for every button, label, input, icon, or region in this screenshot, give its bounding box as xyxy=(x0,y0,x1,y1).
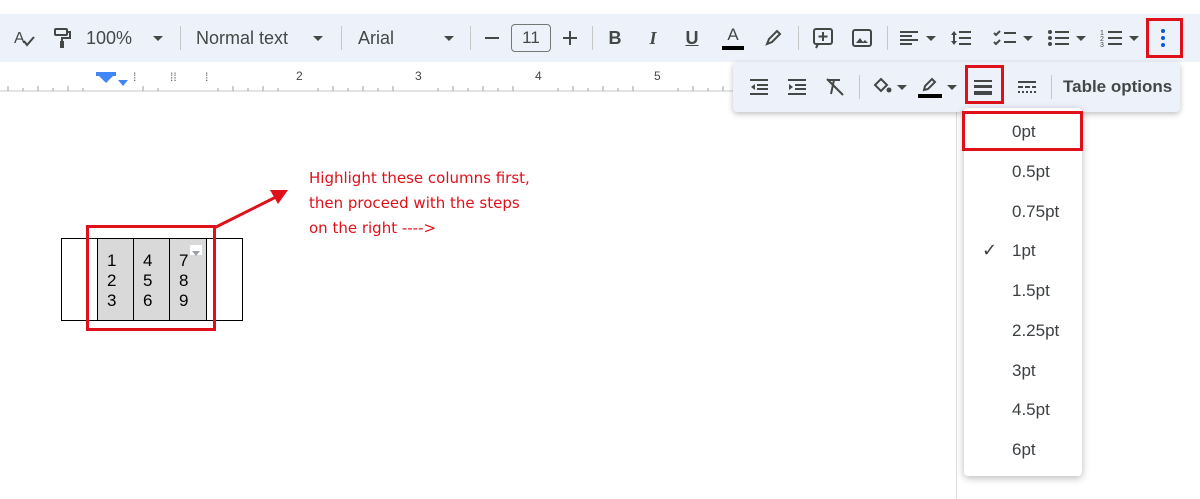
menu-item-label: 2.25pt xyxy=(1012,321,1060,340)
table-border-toolbar: Table options xyxy=(733,62,1180,112)
style-select[interactable]: Normal text xyxy=(196,14,306,62)
border-width-menu: 0pt 0.5pt 0.75pt ✓ 1pt 1.5pt 2.25pt 3pt … xyxy=(964,108,1082,476)
menu-item-0-75pt[interactable]: 0.75pt xyxy=(964,194,1082,230)
increase-font-size-icon[interactable] xyxy=(558,14,582,62)
ruler-mark-5: 5 xyxy=(654,69,661,83)
more-options-highlight xyxy=(1146,18,1183,58)
font-size-value: 11 xyxy=(511,24,551,52)
text-color-swatch xyxy=(722,46,744,50)
svg-text:A: A xyxy=(14,30,25,47)
main-toolbar: A 100% Normal text Arial 11 B I U A 1 2 … xyxy=(0,14,1200,62)
text-color-label: A xyxy=(727,25,739,44)
table-options-button[interactable]: Table options xyxy=(1063,62,1173,112)
spellcheck-icon[interactable]: A xyxy=(8,14,40,62)
style-dropdown-icon[interactable] xyxy=(310,14,326,62)
menu-item-label: 0.5pt xyxy=(1012,162,1050,181)
menu-item-0-5pt[interactable]: 0.5pt xyxy=(964,154,1082,190)
menu-item-label: 1pt xyxy=(1012,241,1036,260)
menu-item-label: 6pt xyxy=(1012,440,1036,459)
font-dropdown-icon[interactable] xyxy=(441,14,457,62)
checklist-dropdown-icon[interactable] xyxy=(1021,14,1035,62)
menu-item-label: 0.75pt xyxy=(1012,202,1060,221)
add-comment-icon[interactable] xyxy=(808,14,838,62)
columns-highlight-box xyxy=(86,225,216,331)
decrease-font-size-icon[interactable] xyxy=(480,14,504,62)
numbered-list-icon[interactable]: 123 xyxy=(1097,14,1125,62)
menu-item-label: 1.5pt xyxy=(1012,281,1050,300)
menu-item-label: 3pt xyxy=(1012,361,1036,380)
menu-item-1pt[interactable]: ✓ 1pt xyxy=(964,233,1082,269)
svg-text:3: 3 xyxy=(1100,42,1104,48)
menu-item-3pt[interactable]: 3pt xyxy=(964,353,1082,389)
table-options-label: Table options xyxy=(1063,77,1173,96)
menu-item-6pt[interactable]: 6pt xyxy=(964,432,1082,468)
insert-image-icon[interactable] xyxy=(847,14,877,62)
italic-button[interactable]: I xyxy=(640,14,666,62)
line-spacing-icon[interactable] xyxy=(948,14,974,62)
column-marker-3[interactable]: ⁞ xyxy=(205,70,208,84)
ruler-mark-2: 2 xyxy=(296,69,303,83)
annotation-line-2: then proceed with the steps xyxy=(309,194,520,212)
underline-button[interactable]: U xyxy=(679,14,705,62)
ruler-mark-4: 4 xyxy=(535,69,542,83)
bulleted-list-icon[interactable] xyxy=(1044,14,1072,62)
annotation-arrow xyxy=(213,190,288,230)
italic-label: I xyxy=(649,27,657,48)
clear-formatting-icon[interactable] xyxy=(821,62,849,112)
border-width-highlight xyxy=(965,65,1004,104)
zoom-dropdown-icon[interactable] xyxy=(150,14,166,62)
background-color-icon[interactable] xyxy=(867,62,897,112)
page-edge-divider xyxy=(956,100,957,499)
paint-format-icon[interactable] xyxy=(48,14,76,62)
background-color-dropdown-icon[interactable] xyxy=(895,62,909,112)
border-dash-icon[interactable] xyxy=(1011,62,1043,112)
underline-label: U xyxy=(685,27,699,48)
bold-label: B xyxy=(608,27,622,48)
font-size-input[interactable]: 11 xyxy=(510,14,552,62)
border-color-button[interactable] xyxy=(915,62,945,112)
column-marker-1[interactable]: ⁞ xyxy=(133,70,136,84)
check-icon: ✓ xyxy=(982,240,998,261)
border-color-dropdown-icon[interactable] xyxy=(945,62,959,112)
annotation-text: Highlight these columns first, then proc… xyxy=(309,166,609,241)
bold-button[interactable]: B xyxy=(602,14,628,62)
border-color-swatch xyxy=(918,94,942,98)
bulleted-list-dropdown-icon[interactable] xyxy=(1074,14,1088,62)
menu-item-4-5pt[interactable]: 4.5pt xyxy=(964,392,1082,428)
decrease-indent-icon[interactable] xyxy=(745,62,773,112)
menu-item-1-5pt[interactable]: 1.5pt xyxy=(964,273,1082,309)
align-dropdown-icon[interactable] xyxy=(924,14,938,62)
align-left-icon[interactable] xyxy=(896,14,922,62)
style-value: Normal text xyxy=(196,27,289,48)
zoom-select[interactable]: 100% xyxy=(86,14,146,62)
zoom-value: 100% xyxy=(86,27,133,48)
highlight-pen-icon[interactable] xyxy=(760,14,788,62)
numbered-list-dropdown-icon[interactable] xyxy=(1127,14,1141,62)
font-value: Arial xyxy=(358,27,395,48)
increase-indent-icon[interactable] xyxy=(783,62,811,112)
checklist-icon[interactable] xyxy=(990,14,1020,62)
font-select[interactable]: Arial xyxy=(358,14,438,62)
column-marker-2[interactable]: ⁞⁞ xyxy=(170,70,177,84)
ruler-mark-3: 3 xyxy=(415,69,422,83)
text-color-button[interactable]: A xyxy=(719,14,747,62)
menu-item-2-25pt[interactable]: 2.25pt xyxy=(964,313,1082,349)
annotation-line-3: on the right ----> xyxy=(309,219,437,237)
menu-item-label: 4.5pt xyxy=(1012,400,1050,419)
annotation-line-1: Highlight these columns first, xyxy=(309,169,530,187)
zero-pt-highlight xyxy=(962,111,1083,151)
